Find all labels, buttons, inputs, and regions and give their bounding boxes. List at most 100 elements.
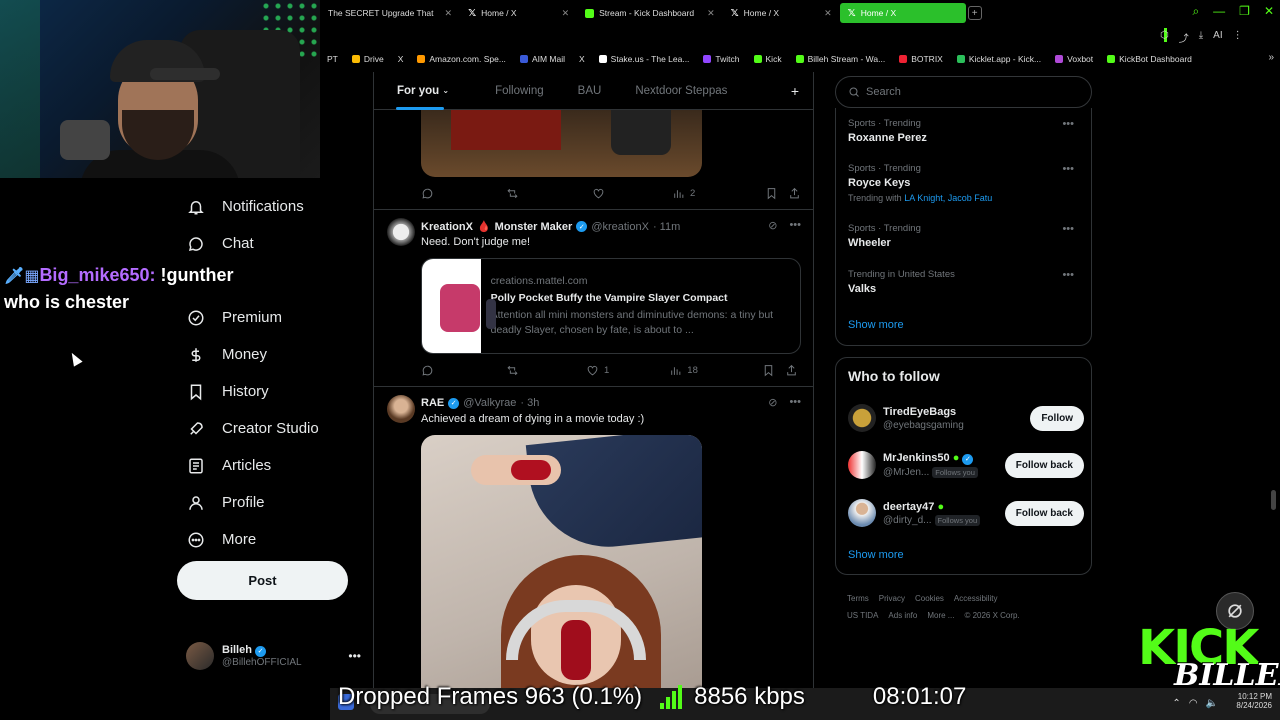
bookmark[interactable]: Kick (747, 54, 789, 64)
share-button[interactable] (785, 364, 798, 377)
new-tab-button[interactable]: + (967, 6, 982, 20)
trend-with-names[interactable]: LA Knight, Jacob Fatu (904, 193, 992, 203)
follow-back-button[interactable]: Follow back (1004, 452, 1084, 478)
sidebar-item-profile[interactable]: Profile (176, 484, 356, 521)
bookmark[interactable]: Amazon.com. Spe... (410, 54, 513, 64)
tweet-author-name[interactable]: RAE (421, 397, 444, 409)
sidebar-item-money[interactable]: Money (176, 336, 356, 373)
bookmark[interactable]: Twitch (696, 54, 746, 64)
scrollbar[interactable] (1271, 490, 1276, 510)
post-button[interactable]: Post (177, 561, 348, 600)
download-icon[interactable]: ⤓ (1199, 30, 1203, 45)
show-more-link[interactable]: Show more (848, 319, 904, 331)
tweet-time[interactable]: · 3h (520, 397, 539, 409)
tweet-author-name-2[interactable]: Monster Maker (495, 221, 573, 233)
avatar[interactable] (387, 218, 415, 246)
reply-button[interactable] (421, 187, 434, 200)
tweet-author-name[interactable]: KreationX (421, 221, 473, 233)
repost-button[interactable] (506, 364, 519, 377)
sidebar-item-notifications[interactable]: Notifications (176, 188, 356, 225)
tab-bau[interactable]: BAU (567, 72, 613, 110)
sidebar-item-articles[interactable]: Articles (176, 447, 356, 484)
follow-button[interactable]: Follow (1030, 405, 1084, 431)
bookmark[interactable]: KickBot Dashboard (1100, 54, 1199, 64)
more-dots-icon[interactable]: ••• (348, 649, 361, 663)
close-icon[interactable]: ✕ (707, 8, 715, 19)
tab-nextdoor-steppas[interactable]: Nextdoor Steppas (624, 72, 738, 110)
footer-link[interactable]: Ads info (888, 611, 917, 620)
more-dots-icon[interactable]: ••• (1062, 223, 1074, 235)
footer-link[interactable]: More ... (927, 611, 954, 620)
account-switcher[interactable]: Billeh ✓ @BillehOFFICIAL ••• (186, 640, 361, 672)
footer-link[interactable]: US TIDA (847, 611, 878, 620)
browser-tab-active[interactable]: 𝕏 Home / X (839, 3, 966, 23)
sidebar-item-creator-studio[interactable]: Creator Studio (176, 410, 356, 447)
follow-suggestion[interactable]: deertay47 ● @dirty_d... Follows you Follo… (848, 495, 1084, 531)
avatar[interactable] (387, 395, 415, 423)
chevron-right-icon[interactable]: » (1268, 52, 1274, 63)
tweet-time[interactable]: · 11m (653, 221, 680, 233)
link-card[interactable]: creations.mattel.com Polly Pocket Buffy … (421, 258, 801, 354)
bookmark[interactable]: Voxbot (1048, 54, 1100, 64)
trend-item[interactable]: Sports · Trending Royce Keys Trending wi… (848, 163, 1080, 203)
bookmark[interactable]: AIM Mail (513, 54, 572, 64)
footer-link[interactable]: Cookies (915, 594, 944, 603)
close-icon[interactable]: ✕ (562, 8, 570, 19)
like-button[interactable]: 1 (586, 364, 609, 377)
close-window-icon[interactable]: ✕ (1264, 4, 1274, 19)
views-button[interactable]: 2 (672, 187, 695, 200)
extensions-icon[interactable]: ⬡ (1160, 30, 1169, 45)
more-dots-icon[interactable]: ••• (789, 219, 801, 232)
close-icon[interactable]: ✕ (824, 8, 832, 19)
footer-link[interactable]: Privacy (879, 594, 905, 603)
restore-icon[interactable]: ❐ (1239, 4, 1250, 19)
footer-link[interactable]: Terms (847, 594, 869, 603)
search-tabs-icon[interactable]: ⌕ (1192, 4, 1199, 19)
sidebar-item-more[interactable]: More (176, 521, 356, 558)
bookmark[interactable]: Kicklet.app - Kick... (950, 54, 1048, 64)
ai-icon[interactable]: AI (1213, 30, 1222, 45)
tweet-handle[interactable]: @kreationX (591, 221, 649, 233)
bookmark-button[interactable] (762, 364, 775, 377)
trend-item[interactable]: Sports · Trending Wheeler ••• (848, 223, 1080, 249)
more-dots-icon[interactable]: ••• (1062, 118, 1074, 130)
tab-following[interactable]: Following (484, 72, 555, 110)
grok-icon[interactable]: ⊘ (768, 396, 777, 409)
browser-tab[interactable]: Stream - Kick Dashboard ✕ (577, 3, 723, 23)
tweet-media-image[interactable] (421, 435, 702, 688)
minimize-icon[interactable]: — (1213, 4, 1225, 19)
tab-for-you[interactable]: For you ⌄ (374, 72, 460, 110)
bookmark[interactable]: X (572, 54, 592, 64)
bookmark[interactable]: Billeh Stream - Wa... (789, 54, 893, 64)
like-button[interactable] (592, 187, 605, 200)
more-dots-icon[interactable]: ••• (1062, 163, 1074, 175)
bookmark-button[interactable] (765, 187, 778, 200)
footer-link[interactable]: Accessibility (954, 594, 998, 603)
show-more-link[interactable]: Show more (848, 549, 904, 561)
search-input[interactable]: Search (835, 76, 1092, 108)
sidebar-item-history[interactable]: History (176, 373, 356, 410)
follow-suggestion[interactable]: MrJenkins50 ● ✓ @MrJen... Follows you Fol… (848, 447, 1084, 483)
menu-icon[interactable]: ⋮ (1233, 30, 1243, 45)
bookmark[interactable]: BOTRIX (892, 54, 950, 64)
browser-tab[interactable]: The SECRET Upgrade That ✕ (320, 3, 460, 23)
trend-item[interactable]: Trending in United States Valks ••• (848, 269, 1080, 295)
browser-tab[interactable]: 𝕏 Home / X ✕ (460, 3, 577, 23)
follow-suggestion[interactable]: TiredEyeBags @eyebagsgaming Follow (848, 400, 1084, 436)
trend-item[interactable]: Sports · Trending Roxanne Perez ••• (848, 118, 1080, 144)
views-button[interactable]: 18 (669, 364, 698, 377)
tweet-media-image[interactable] (421, 110, 702, 177)
share-icon[interactable]: ⤴ (1179, 30, 1189, 45)
browser-tab[interactable]: 𝕏 Home / X ✕ (723, 3, 840, 23)
follow-back-button[interactable]: Follow back (1004, 500, 1084, 526)
bookmark[interactable]: PT (320, 54, 345, 64)
share-button[interactable] (788, 187, 801, 200)
more-dots-icon[interactable]: ••• (1062, 269, 1074, 281)
repost-button[interactable] (506, 187, 519, 200)
bookmark[interactable]: X (391, 54, 411, 64)
more-dots-icon[interactable]: ••• (789, 396, 801, 409)
tweet-handle[interactable]: @Valkyrae (463, 397, 516, 409)
reply-button[interactable] (421, 364, 434, 377)
sidebar-item-chat[interactable]: Chat (176, 225, 356, 262)
grok-icon[interactable]: ⊘ (768, 219, 777, 232)
